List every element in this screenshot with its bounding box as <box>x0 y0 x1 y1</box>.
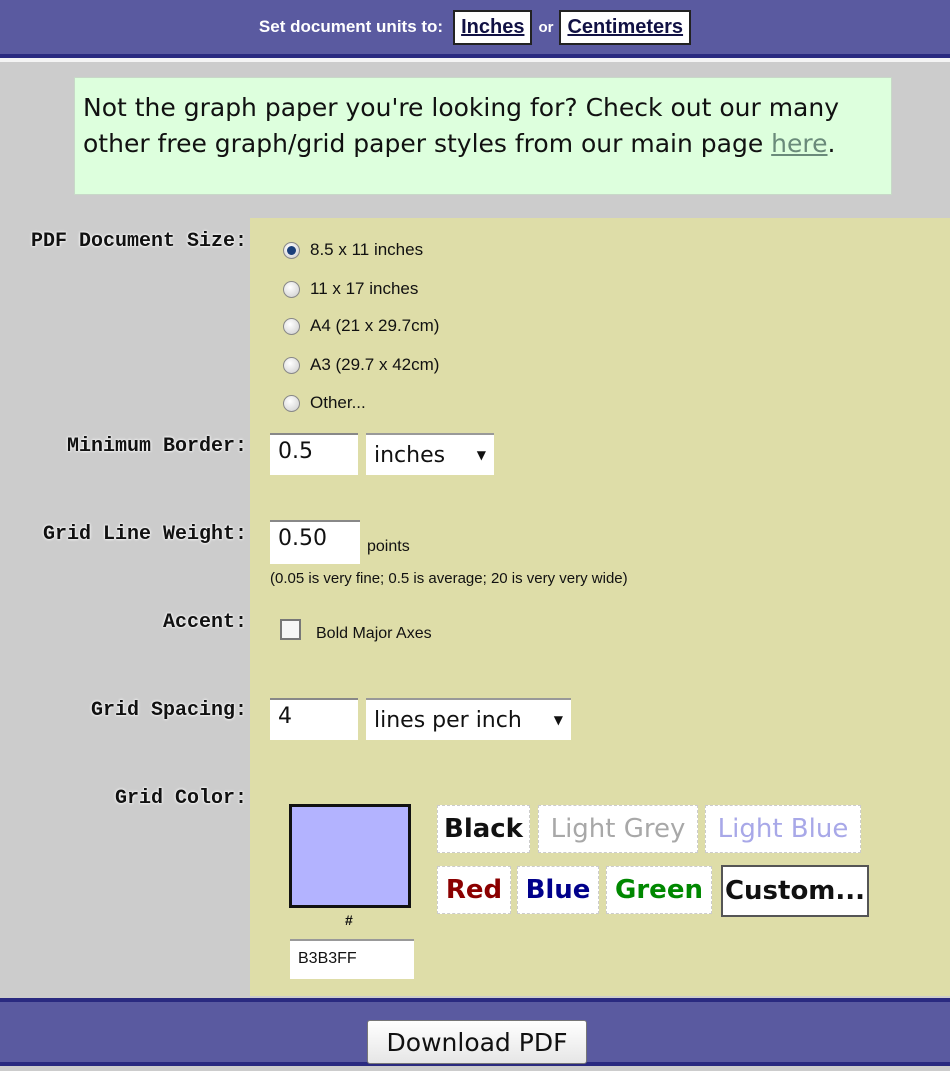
chevron-down-icon: ▼ <box>553 713 563 727</box>
chevron-down-icon: ▼ <box>476 448 486 462</box>
document-size-label: PDF Document Size: <box>30 230 247 253</box>
centimeters-button[interactable]: Centimeters <box>559 9 692 45</box>
bold-major-axes-label: Bold Major Axes <box>316 625 432 642</box>
download-pdf-button[interactable]: Download PDF <box>367 1020 587 1064</box>
size-option-letter[interactable]: 8.5 x 11 inches <box>283 240 423 260</box>
color-swatch[interactable] <box>289 804 411 908</box>
radio-selected-icon[interactable] <box>283 241 300 259</box>
grid-line-weight-label: Grid Line Weight: <box>42 523 247 546</box>
line-weight-hint: (0.05 is very fine; 0.5 is average; 20 i… <box>270 570 628 587</box>
minimum-border-input[interactable]: 0.5 <box>270 433 358 475</box>
divider <box>0 58 950 62</box>
color-green-button[interactable]: Green <box>606 866 712 914</box>
radio-icon[interactable] <box>283 394 300 412</box>
bold-major-axes-checkbox[interactable] <box>280 619 301 640</box>
size-option-a4[interactable]: A4 (21 x 29.7cm) <box>283 316 439 336</box>
color-red-button[interactable]: Red <box>437 866 511 914</box>
units-bar: Set document units to: Inches or Centime… <box>0 0 950 58</box>
or-text: or <box>538 18 554 36</box>
size-option-label: A3 (29.7 x 42cm) <box>310 355 440 374</box>
hash-label: # <box>345 912 353 928</box>
radio-icon[interactable] <box>283 280 300 298</box>
here-link[interactable]: here <box>771 129 827 158</box>
border-unit-value: inches <box>374 442 446 468</box>
notice-suffix: . <box>827 129 836 158</box>
grid-spacing-input[interactable]: 4 <box>270 698 358 740</box>
color-light-blue-button[interactable]: Light Blue <box>705 805 861 853</box>
color-black-button[interactable]: Black <box>437 805 530 853</box>
radio-icon[interactable] <box>283 356 300 374</box>
color-custom-button[interactable]: Custom... <box>721 865 869 917</box>
size-option-other[interactable]: Other... <box>283 393 366 413</box>
hex-color-input[interactable]: B3B3FF <box>290 939 414 979</box>
accent-label: Accent: <box>162 611 247 634</box>
color-light-grey-button[interactable]: Light Grey <box>538 805 698 853</box>
grid-spacing-label: Grid Spacing: <box>90 699 247 722</box>
units-label: Set document units to: <box>258 17 444 36</box>
grid-color-label: Grid Color: <box>114 787 247 810</box>
size-option-a3[interactable]: A3 (29.7 x 42cm) <box>283 355 439 375</box>
color-blue-button[interactable]: Blue <box>517 866 599 914</box>
minimum-border-label: Minimum Border: <box>66 435 247 458</box>
inches-button[interactable]: Inches <box>453 9 533 45</box>
line-weight-unit: points <box>367 538 410 555</box>
radio-icon[interactable] <box>283 317 300 335</box>
size-option-label: 11 x 17 inches <box>310 279 419 298</box>
notice-text: Not the graph paper you're looking for? … <box>83 93 840 158</box>
size-option-label: 8.5 x 11 inches <box>310 240 424 259</box>
size-option-tabloid[interactable]: 11 x 17 inches <box>283 279 418 299</box>
border-unit-select[interactable]: inches ▼ <box>366 433 494 475</box>
grid-line-weight-input[interactable]: 0.50 <box>270 520 360 564</box>
size-option-label: Other... <box>310 393 366 412</box>
spacing-unit-select[interactable]: lines per inch ▼ <box>366 698 571 740</box>
size-option-label: A4 (21 x 29.7cm) <box>310 316 440 335</box>
notice-box: Not the graph paper you're looking for? … <box>74 77 892 195</box>
spacing-unit-value: lines per inch <box>374 707 522 733</box>
